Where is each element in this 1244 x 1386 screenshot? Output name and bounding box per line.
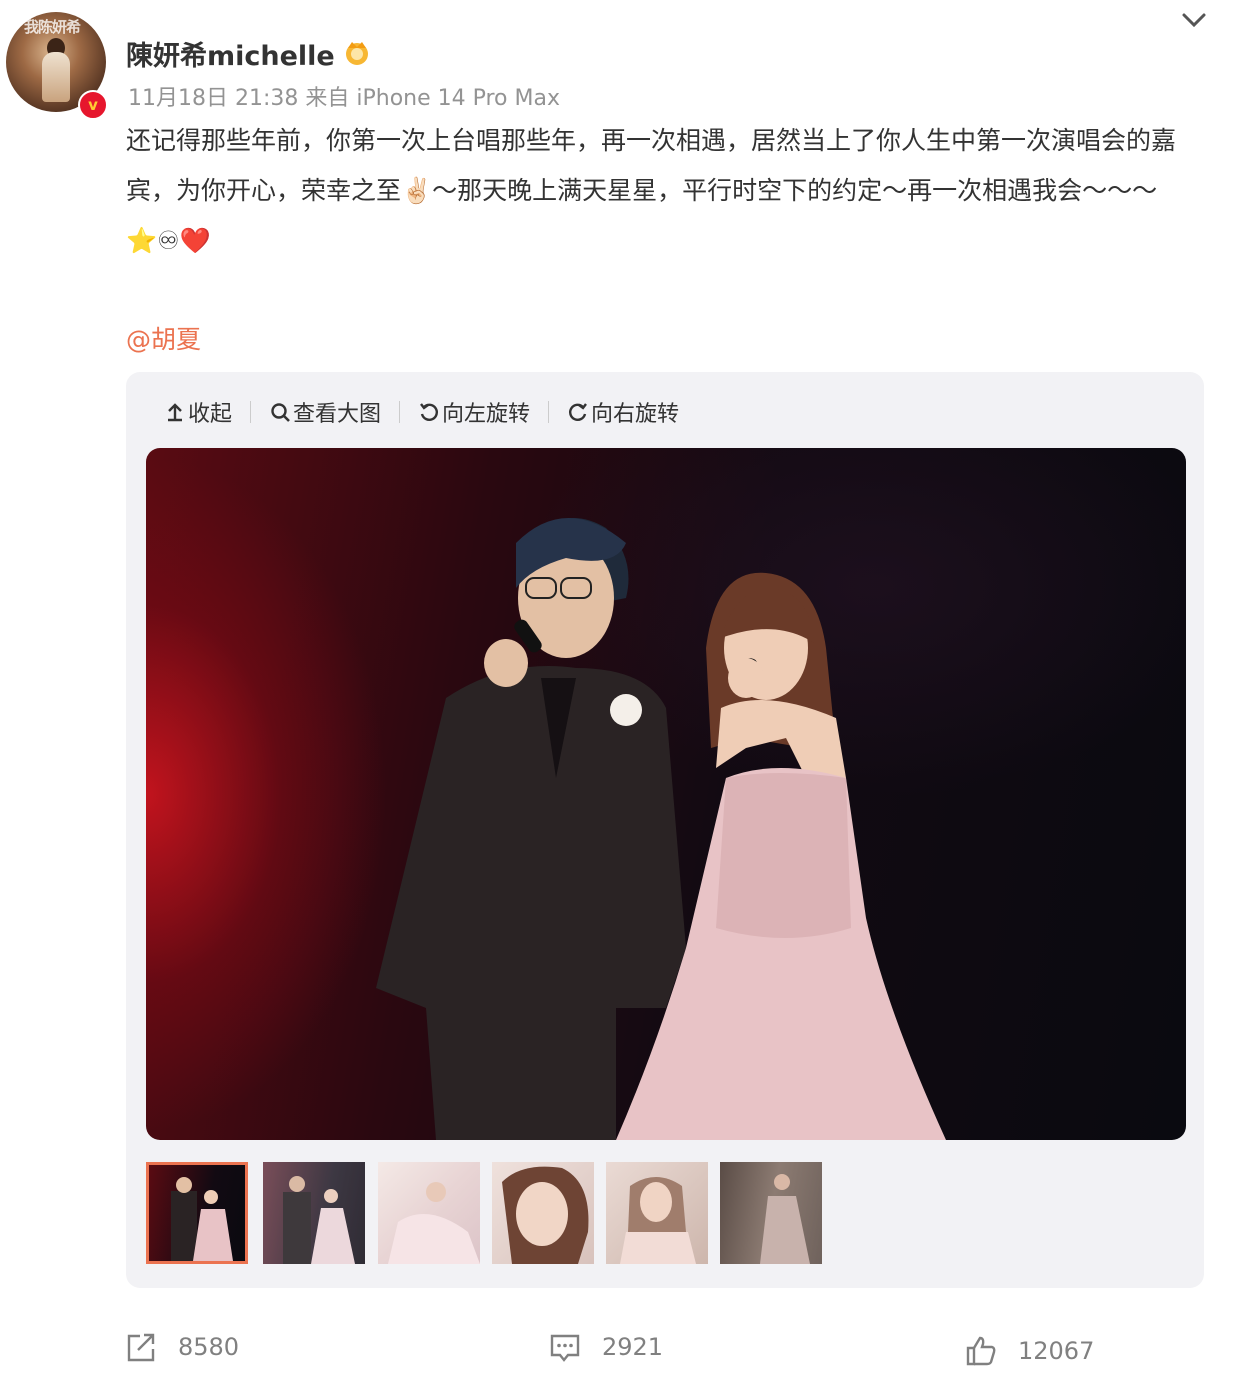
avatar-signature: 我陈妍希 <box>24 18 81 36</box>
search-icon <box>271 403 290 422</box>
collapse-icon <box>168 403 182 422</box>
comment-icon <box>550 1334 580 1362</box>
thumbnail-1-scene <box>171 1177 233 1261</box>
thumbnail-3[interactable] <box>378 1162 480 1264</box>
thumbnail-1[interactable] <box>146 1162 248 1264</box>
like-button[interactable]: 12067 <box>964 1334 1094 1368</box>
mention-link[interactable]: @胡夏 <box>126 320 201 356</box>
thumbnail-2[interactable] <box>263 1162 365 1264</box>
thumbnail-2-scene <box>283 1176 355 1264</box>
crown-icon <box>346 42 368 65</box>
comment-button[interactable]: 2921 <box>548 1330 663 1364</box>
thumbnail-4[interactable] <box>492 1162 594 1264</box>
post-text: 还记得那些年前，你第一次上台唱那些年，再一次相遇，居然当上了你人生中第一次演唱会… <box>126 126 1177 255</box>
comment-count: 2921 <box>602 1333 664 1361</box>
collapse-label: 收起 <box>188 402 233 427</box>
rotate-left-button[interactable]: 向左旋转 <box>418 396 530 428</box>
rotate-right-label: 向右旋转 <box>591 402 680 427</box>
post-meta: 11月18日 21:38 来自 iPhone 14 Pro Max <box>128 86 560 111</box>
thumbnail-4-scene <box>502 1166 589 1264</box>
username[interactable]: 陳妍希michelle <box>126 34 335 73</box>
main-photo[interactable] <box>146 448 1186 1140</box>
thumbnail-5-scene <box>620 1177 696 1264</box>
view-large-button[interactable]: 查看大图 <box>269 396 381 428</box>
photo-scene <box>376 518 946 1140</box>
photo-man-figure <box>376 518 686 1140</box>
thumbs-up-icon <box>966 1336 996 1366</box>
avatar-figure-body <box>42 52 70 102</box>
repost-icon <box>127 1333 155 1362</box>
toolbar-divider <box>548 401 550 423</box>
media-toolbar: 收起 查看大图 向左旋转 向右旋转 <box>164 394 679 430</box>
rotate-left-label: 向左旋转 <box>442 402 531 427</box>
thumbnail-6-scene <box>760 1174 810 1264</box>
toolbar-divider <box>250 401 252 423</box>
chevron-down-icon[interactable] <box>1180 8 1208 32</box>
rotate-left-icon <box>420 403 439 421</box>
toolbar-divider <box>399 401 401 423</box>
repost-button[interactable]: 8580 <box>124 1330 239 1364</box>
view-large-label: 查看大图 <box>293 402 382 427</box>
thumbnail-5[interactable] <box>606 1162 708 1264</box>
collapse-button[interactable]: 收起 <box>164 396 232 428</box>
verified-badge-icon: v <box>78 90 108 120</box>
like-count: 12067 <box>1018 1337 1095 1365</box>
rotate-right-icon <box>569 403 588 421</box>
thumbnail-6[interactable] <box>720 1162 822 1264</box>
thumbnail-3-scene <box>388 1182 480 1264</box>
rotate-right-button[interactable]: 向右旋转 <box>567 396 679 428</box>
repost-count: 8580 <box>178 1333 240 1361</box>
